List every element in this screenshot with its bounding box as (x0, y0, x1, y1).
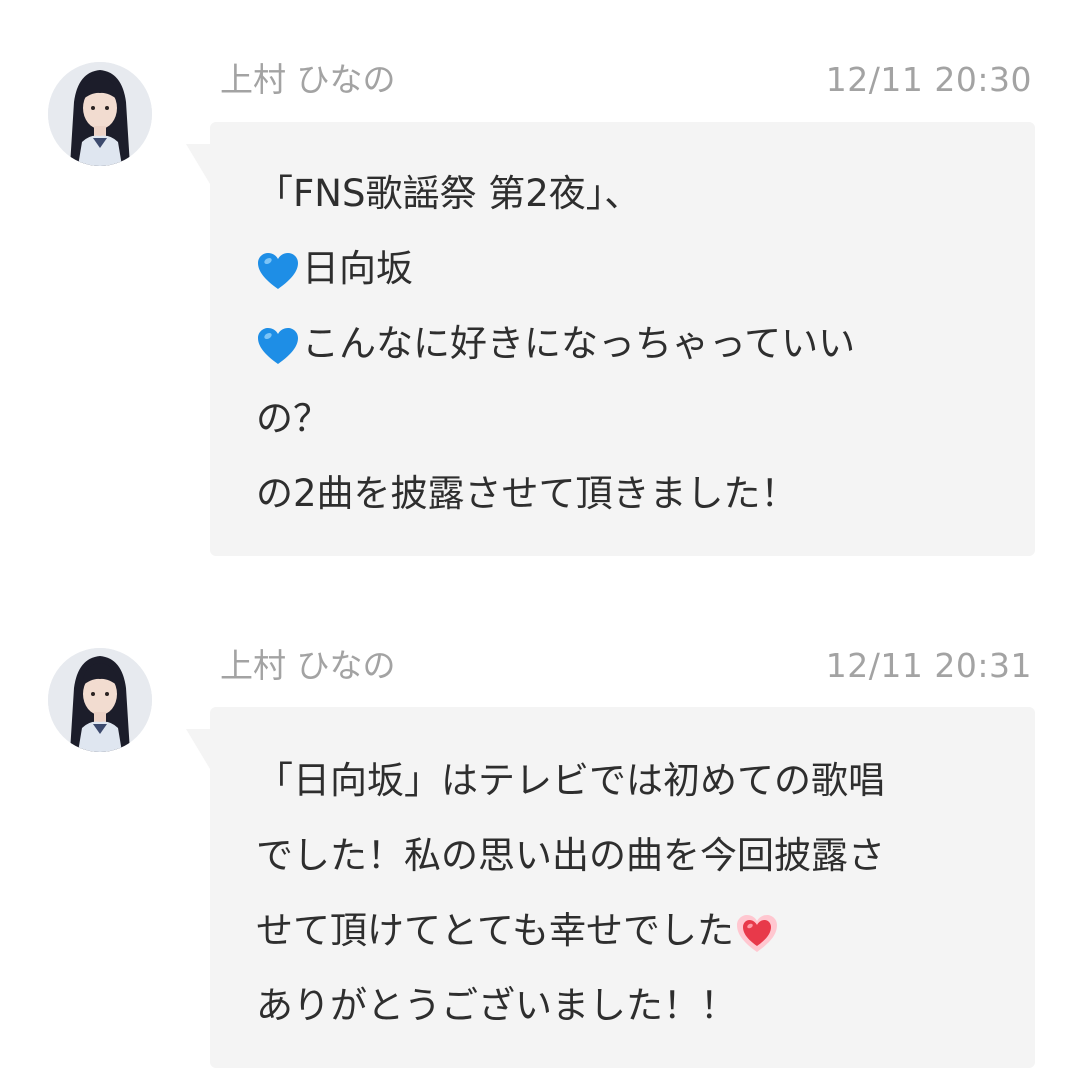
message-line: の2曲を披露させて頂きました！ (256, 456, 1005, 531)
message-line-text: の2曲を披露させて頂きました！ (256, 472, 798, 515)
message-line: でした！私の思い出の曲を今回披露さ (256, 818, 1005, 893)
blue-heart-icon (256, 251, 300, 291)
message-line: せて頂けてとても幸せでした (256, 893, 1005, 968)
sender-name: 上村 ひなの (220, 60, 396, 99)
message-line-text: 「FNS歌謡祭 第2夜」、 (256, 172, 642, 215)
message-bubble: 「FNS歌謡祭 第2夜」、 日向坂 こんなに好きになっちゃっていい の？ の2曲… (186, 122, 1035, 556)
message-line: の？ (256, 381, 1005, 456)
bubble-tail (186, 729, 210, 769)
message-line: 「日向坂」はテレビでは初めての歌唱 (256, 743, 1005, 818)
sender-avatar[interactable] (48, 62, 152, 166)
sender-name: 上村 ひなの (220, 646, 396, 685)
message-line-text: の？ (256, 397, 330, 440)
message-line-text: こんなに好きになっちゃっていい (302, 322, 856, 365)
message-timestamp: 12/11 20:30 (825, 60, 1032, 99)
message-line-text: 日向坂 (302, 247, 413, 290)
bubble-tail (186, 144, 210, 184)
sender-avatar[interactable] (48, 648, 152, 752)
message-line: 「FNS歌謡祭 第2夜」、 (256, 156, 1005, 231)
message-line-text: せて頂けてとても幸せでした (256, 909, 735, 952)
message-line-text: でした！私の思い出の曲を今回披露さ (256, 834, 885, 877)
avatar-portrait-icon (48, 62, 152, 166)
message-line: こんなに好きになっちゃっていい (256, 306, 1005, 381)
message-line: ありがとうございました！！ (256, 968, 1005, 1043)
avatar-portrait-icon (48, 648, 152, 752)
message-line: 日向坂 (256, 231, 1005, 306)
message-timestamp: 12/11 20:31 (825, 646, 1032, 685)
message-line-text: ありがとうございました！！ (256, 984, 737, 1027)
message-line-text: 「日向坂」はテレビでは初めての歌唱 (256, 759, 885, 802)
blue-heart-icon (256, 326, 300, 366)
message-bubble: 「日向坂」はテレビでは初めての歌唱 でした！私の思い出の曲を今回披露さ せて頂け… (186, 707, 1035, 1068)
red-heart-icon (734, 912, 780, 954)
